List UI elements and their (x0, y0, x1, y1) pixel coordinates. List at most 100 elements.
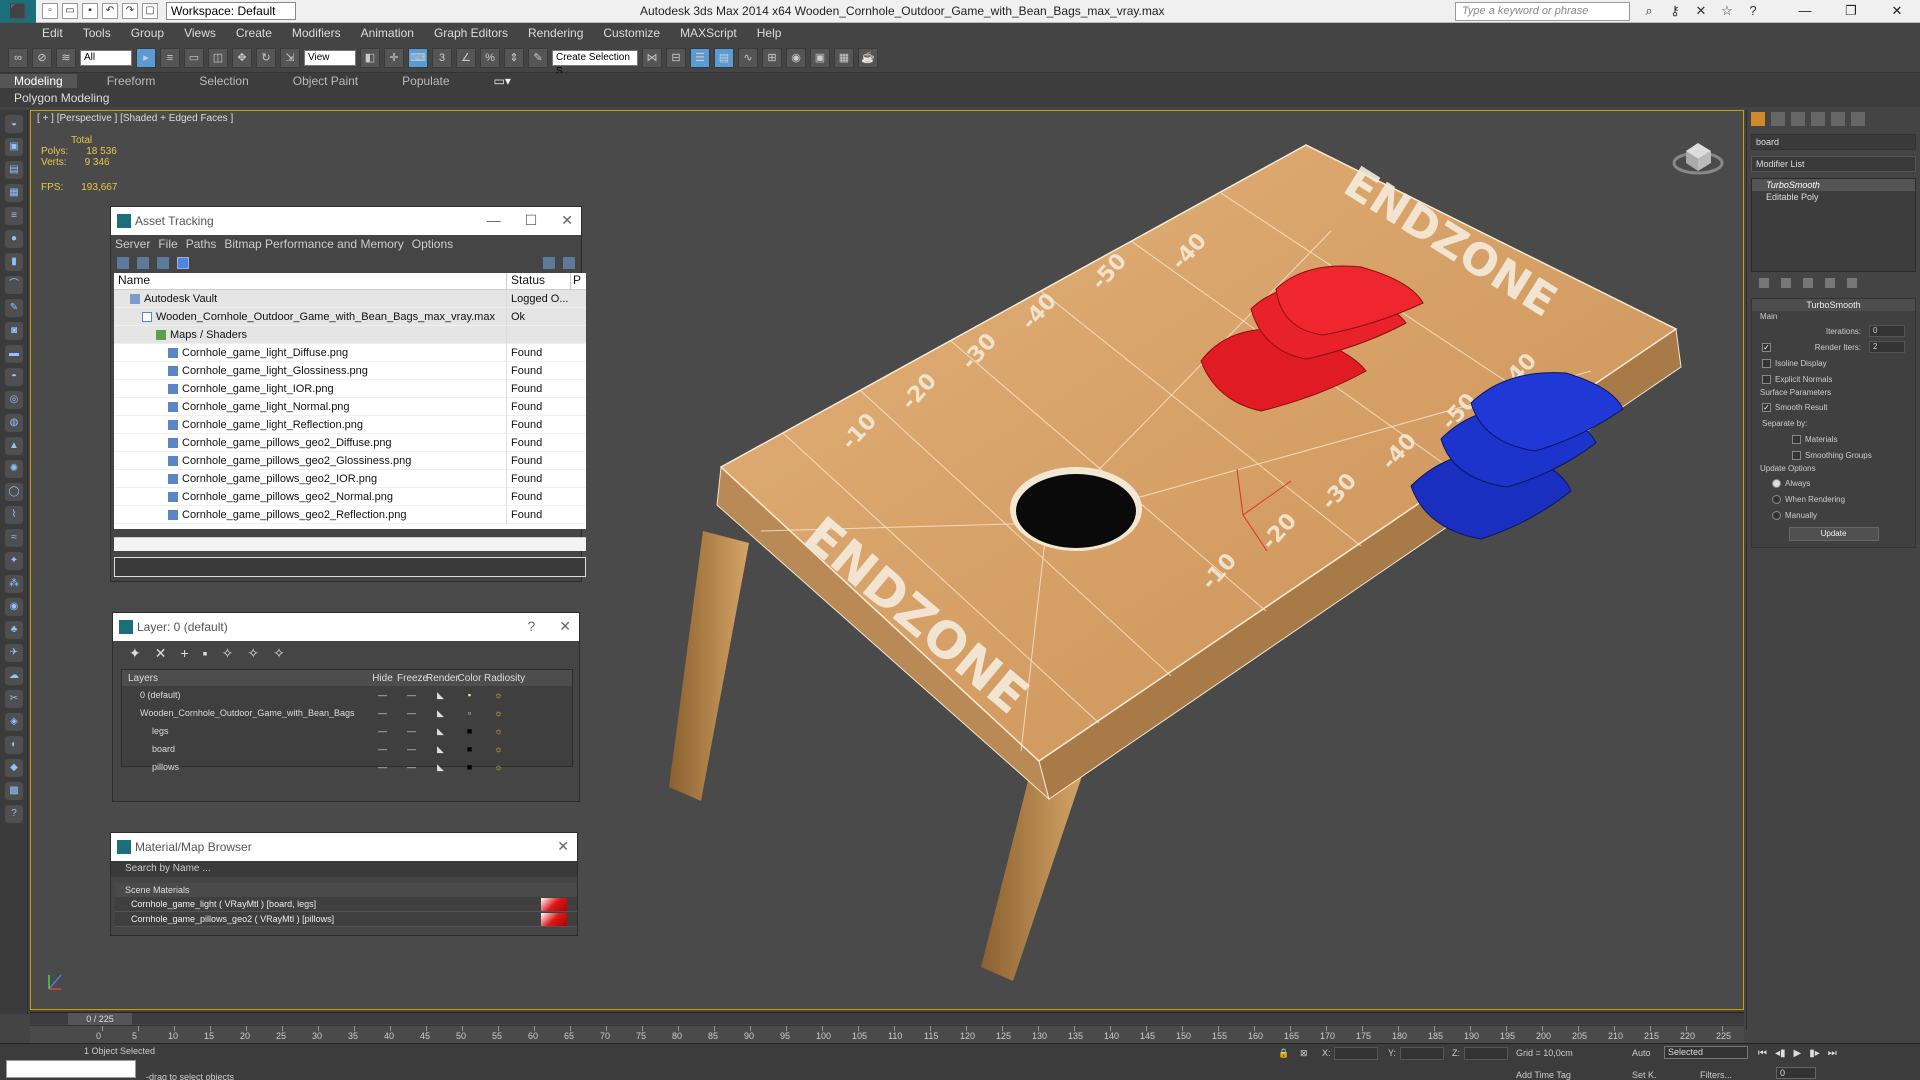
percent-snap-icon[interactable]: % (480, 47, 500, 68)
project-folder-icon[interactable]: ▢ (142, 3, 158, 19)
current-frame-field[interactable]: 0 (1776, 1067, 1816, 1079)
layer-row[interactable]: pillows — — ◣ ■ ☼ (122, 758, 572, 776)
material-browser-close[interactable]: ✕ (557, 838, 569, 855)
minimize-button[interactable]: — (1782, 0, 1828, 23)
table-row[interactable]: Autodesk Vault Logged O... (114, 289, 586, 308)
menu-group[interactable]: Group (131, 26, 164, 40)
select-manipulate-icon[interactable]: ✛ (384, 47, 404, 68)
cloth-icon[interactable]: ◈ (5, 713, 23, 731)
leg-front[interactable] (981, 761, 1083, 981)
snap-icon[interactable]: 3 (432, 47, 452, 68)
teapot-icon[interactable]: ◒ (5, 115, 23, 133)
redo-icon[interactable]: ↷ (122, 3, 138, 19)
open-file-icon[interactable]: ▭ (62, 3, 78, 19)
select-in-layer-icon[interactable]: ▪ (203, 645, 208, 661)
workspace-dropdown[interactable]: Workspace: Default (166, 2, 296, 20)
layer-row[interactable]: legs — — ◣ ■ ☼ (122, 722, 572, 740)
menu-graph-editors[interactable]: Graph Editors (434, 26, 508, 40)
display-tab-icon[interactable] (1831, 112, 1845, 126)
new-file-icon[interactable]: ▫ (42, 3, 58, 19)
add-to-layer-icon[interactable]: + (180, 645, 188, 661)
auto-key-button[interactable]: Auto (1632, 1048, 1651, 1058)
render-iters-checkbox[interactable]: ✓ (1762, 342, 1771, 352)
save-icon[interactable]: ▪ (82, 3, 98, 19)
table-view-icon[interactable] (157, 257, 169, 269)
asset-tracking-maximize[interactable]: ☐ (525, 212, 538, 229)
tree-view-icon[interactable] (177, 257, 189, 269)
bend-icon[interactable]: ⌒ (5, 276, 23, 294)
schematic-view-icon[interactable]: ⊞ (762, 47, 782, 68)
half-sphere-icon[interactable]: ◓ (5, 368, 23, 386)
layer-row[interactable]: board — — ◣ ■ ☼ (122, 740, 572, 758)
info-icon[interactable]: ? (5, 805, 23, 823)
dynamics-icon[interactable]: ◐ (5, 736, 23, 754)
layer-row[interactable]: Wooden_Cornhole_Outdoor_Game_with_Bean_B… (122, 704, 572, 722)
render-production-icon[interactable]: ☕ (858, 47, 878, 68)
plane-icon[interactable]: ▤ (5, 161, 23, 179)
show-end-result-icon[interactable] (1781, 278, 1791, 288)
star-icon[interactable]: ☆ (1718, 2, 1736, 20)
at-menu-server[interactable]: Server (115, 237, 150, 251)
material-item[interactable]: Cornhole_game_pillows_geo2 ( VRayMtl ) [… (115, 912, 577, 927)
smooth-result-checkbox[interactable]: ✓ (1762, 402, 1771, 412)
sphere-icon[interactable]: ● (5, 230, 23, 248)
next-frame-icon[interactable]: ▮▸ (1809, 1048, 1820, 1059)
radiosity-col[interactable]: Radiosity (484, 673, 525, 684)
torus-icon[interactable]: ◎ (5, 391, 23, 409)
motion-tab-icon[interactable] (1811, 112, 1825, 126)
hide-col[interactable]: Hide (368, 673, 397, 684)
help-icon[interactable]: ? (1744, 2, 1762, 20)
object-name-field[interactable]: board (1751, 134, 1916, 150)
bind-spacewarp-icon[interactable]: ≋ (56, 47, 76, 68)
remove-modifier-icon[interactable] (1825, 278, 1835, 288)
list-icon[interactable]: ≡ (5, 207, 23, 225)
table-row[interactable]: Cornhole_game_light_Normal.png Found (114, 397, 586, 416)
table-row[interactable]: Cornhole_game_pillows_geo2_Normal.png Fou… (114, 487, 586, 506)
layers-col[interactable]: Layers (122, 673, 368, 684)
render-col[interactable]: Render (426, 673, 459, 684)
tab-object-paint[interactable]: Object Paint (293, 74, 358, 88)
menu-tools[interactable]: Tools (83, 26, 111, 40)
x-coord-field[interactable] (1334, 1047, 1378, 1060)
add-time-tag[interactable]: Add Time Tag (1516, 1070, 1571, 1080)
material-item[interactable]: Cornhole_game_light ( VRayMtl ) [board, … (115, 897, 577, 912)
material-editor-icon[interactable]: ◉ (786, 47, 806, 68)
particle-icon[interactable]: ⁂ (5, 575, 23, 593)
color-col[interactable]: Color (455, 673, 484, 684)
table-row[interactable]: Wooden_Cornhole_Outdoor_Game_with_Bean_B… (114, 307, 586, 326)
grid-icon[interactable]: ▦ (5, 184, 23, 202)
at-menu-file[interactable]: File (158, 237, 177, 251)
at-menu-options[interactable]: Options (412, 237, 453, 251)
tube-icon[interactable]: ◍ (5, 414, 23, 432)
key-icon[interactable]: ⚷ (1666, 2, 1684, 20)
asset-table-scrollbar[interactable] (114, 537, 586, 551)
maximize-button[interactable]: ❐ (1828, 0, 1874, 23)
play-icon[interactable]: ▶ (1794, 1048, 1802, 1059)
create-tab-icon[interactable] (1751, 112, 1765, 126)
align-icon[interactable]: ⊟ (666, 47, 686, 68)
unlink-icon[interactable]: ⊘ (32, 47, 52, 68)
modify-tab-icon[interactable] (1771, 112, 1785, 126)
keyword-search-input[interactable]: Type a keyword or phrase (1455, 2, 1630, 21)
foot-icon[interactable]: ☁ (5, 667, 23, 685)
paint-icon[interactable]: ✎ (5, 299, 23, 317)
board-hole[interactable] (1016, 474, 1136, 548)
list-view-icon[interactable] (137, 257, 149, 269)
menu-animation[interactable]: Animation (361, 26, 414, 40)
menu-create[interactable]: Create (236, 26, 272, 40)
mirror-icon[interactable]: ⋈ (642, 47, 662, 68)
viewcube-icon[interactable] (1672, 143, 1724, 175)
explicit-normals-checkbox[interactable] (1762, 374, 1771, 384)
select-object-icon[interactable]: ▸ (136, 47, 156, 68)
col-name[interactable]: Name (114, 273, 507, 289)
when-rendering-radio[interactable] (1772, 494, 1781, 504)
table-row[interactable]: Cornhole_game_light_Reflection.png Found (114, 415, 586, 434)
col-status[interactable]: Status (507, 273, 571, 289)
named-selection-dropdown[interactable]: Create Selection S (552, 49, 638, 77)
menu-rendering[interactable]: Rendering (528, 26, 583, 40)
asset-tracking-minimize[interactable]: — (487, 212, 501, 229)
edit-named-sel-icon[interactable]: ✎ (528, 47, 548, 68)
stack-item-turbosmooth[interactable]: TurboSmooth (1752, 179, 1915, 191)
settings-icon[interactable] (563, 257, 575, 269)
stack-item-editable-poly[interactable]: Editable Poly (1752, 191, 1915, 203)
